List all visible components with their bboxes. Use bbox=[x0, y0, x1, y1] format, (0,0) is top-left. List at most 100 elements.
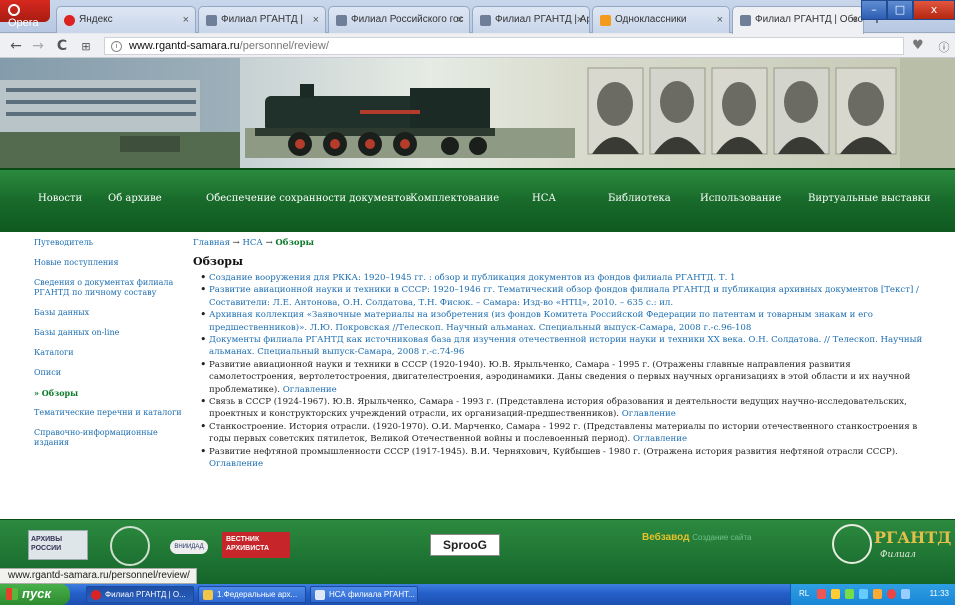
maximize-button[interactable]: □ bbox=[887, 0, 913, 20]
tab-odnoklassniki[interactable]: Одноклассники × bbox=[592, 6, 730, 33]
breadcrumb-nsa[interactable]: НСА bbox=[243, 238, 263, 248]
review-link[interactable]: Документы филиала РГАНТД как источникова… bbox=[209, 335, 922, 357]
language-indicator[interactable]: RL bbox=[799, 589, 809, 598]
start-button[interactable]: пуск bbox=[0, 584, 70, 605]
reviews-list: Создание вооружения для РККА: 1920–1945 … bbox=[193, 272, 933, 471]
sidebar-item-thematic-lists[interactable]: Тематические перечни и каталоги bbox=[34, 408, 184, 418]
bookmark-heart-icon[interactable]: ♥ bbox=[912, 38, 924, 53]
main-content: Главная → НСА → Обзоры Обзоры Создание в… bbox=[193, 238, 933, 471]
banner-illustration bbox=[0, 58, 955, 168]
list-item: Развитие нефтяной промышленности СССР (1… bbox=[193, 446, 933, 471]
toc-link[interactable]: Оглавление bbox=[283, 385, 337, 395]
page-icon bbox=[206, 15, 217, 26]
archives-russia-logo[interactable]: АРХИВЫ РОССИИ bbox=[28, 530, 88, 560]
sidebar-item-personnel-docs[interactable]: Сведения о документах филиала РГАНТД по … bbox=[34, 278, 184, 298]
nav-usage[interactable]: Использование bbox=[700, 193, 781, 204]
tab-yandex[interactable]: Яндекс × bbox=[56, 6, 196, 33]
close-tab-icon[interactable]: × bbox=[717, 14, 723, 26]
breadcrumb-current: Обзоры bbox=[275, 238, 315, 248]
tab-rgantd-2[interactable]: Филиал Российского гос × bbox=[328, 6, 470, 33]
review-link[interactable]: Развитие авиационной науки и техники в С… bbox=[209, 285, 919, 307]
minimize-button[interactable]: – bbox=[861, 0, 887, 20]
document-icon bbox=[315, 590, 325, 600]
nav-news[interactable]: Новости bbox=[38, 193, 82, 204]
sprog-logo[interactable]: SprooG bbox=[430, 534, 500, 556]
browser-chrome: Opera Яндекс × Филиал РГАНТД | × Филиал Ро… bbox=[0, 0, 955, 58]
tray-icon[interactable] bbox=[873, 589, 882, 599]
vestnik-logo[interactable]: ВЕСТНИК АРХИВИСТА bbox=[222, 532, 290, 558]
emblem-logo[interactable] bbox=[110, 526, 150, 566]
taskbar-item-document[interactable]: НСА филиала РГАНТ... bbox=[310, 586, 418, 603]
volume-icon[interactable] bbox=[901, 589, 910, 599]
close-window-button[interactable]: x bbox=[913, 0, 955, 20]
list-item: Архивная коллекция «Заявочные материалы … bbox=[193, 309, 933, 334]
nav-acquisition[interactable]: Комплектование bbox=[410, 193, 499, 204]
list-item: Документы филиала РГАНТД как источникова… bbox=[193, 334, 933, 359]
tab-bar: Opera Яндекс × Филиал РГАНТД | × Филиал Ро… bbox=[0, 0, 955, 34]
taskbar-item-opera[interactable]: Филиал РГАНТД | О... bbox=[86, 586, 194, 603]
sidebar-item-reference-editions[interactable]: Справочно-информационные издания bbox=[34, 428, 184, 448]
webzavod-logo[interactable]: Вебзавод Создание сайта bbox=[642, 532, 751, 543]
tray-icon[interactable] bbox=[887, 589, 896, 599]
tab-rgantd-active[interactable]: Филиал РГАНТД | Обзо × bbox=[732, 6, 864, 34]
page-icon bbox=[336, 15, 347, 26]
toc-link[interactable]: Оглавление bbox=[209, 459, 263, 469]
url-field[interactable]: i www.rgantd-samara.ru/personnel/review/ bbox=[104, 37, 904, 55]
tray-icon[interactable] bbox=[831, 589, 840, 599]
sidebar-item-databases-online[interactable]: Базы данных on-line bbox=[34, 328, 184, 338]
opera-icon bbox=[8, 4, 20, 16]
taskbar-item-folder[interactable]: 1.Федеральные арх... bbox=[198, 586, 306, 603]
tray-icon[interactable] bbox=[817, 589, 826, 599]
site-banner bbox=[0, 58, 955, 168]
close-tab-icon[interactable]: × bbox=[457, 14, 463, 26]
review-text: Связь в СССР (1924-1967). Ю.В. Ярыльченк… bbox=[209, 397, 907, 420]
menu-icon[interactable]: ⓘ bbox=[936, 39, 952, 55]
tab-rgantd-3[interactable]: Филиал РГАНТД | Архи× bbox=[472, 6, 590, 33]
nav-preservation[interactable]: Обеспечение сохранности документов bbox=[206, 193, 411, 204]
odnoklassniki-icon bbox=[600, 15, 611, 26]
clock[interactable]: 11:33 bbox=[930, 589, 949, 598]
toc-link[interactable]: Оглавление bbox=[633, 434, 687, 444]
nav-library[interactable]: Библиотека bbox=[608, 193, 671, 204]
toc-link[interactable]: Оглавление bbox=[622, 409, 676, 419]
sidebar-item-guide[interactable]: Путеводитель bbox=[34, 238, 184, 248]
sidebar-item-databases[interactable]: Базы данных bbox=[34, 308, 184, 318]
web-page: Новости Об архиве Обеспечение сохранност… bbox=[0, 58, 955, 584]
nav-nsa[interactable]: НСА bbox=[532, 193, 556, 204]
yandex-icon bbox=[64, 15, 75, 26]
breadcrumb-separator: → bbox=[262, 238, 276, 248]
breadcrumb-separator: → bbox=[229, 238, 243, 248]
review-link[interactable]: Создание вооружения для РККА: 1920–1945 … bbox=[209, 273, 736, 283]
status-url-tooltip: www.rgantd-samara.ru/personnel/review/ bbox=[0, 568, 197, 584]
close-tab-icon[interactable]: × bbox=[577, 14, 583, 26]
back-icon[interactable]: ← bbox=[8, 38, 24, 54]
tray-icon[interactable] bbox=[859, 589, 868, 599]
window-controls: – □ x bbox=[861, 0, 955, 22]
breadcrumb-home[interactable]: Главная bbox=[193, 238, 230, 248]
forward-icon[interactable]: → bbox=[30, 38, 46, 54]
sidebar-item-reviews[interactable]: » Обзоры bbox=[34, 388, 184, 398]
speed-dial-icon[interactable]: ⊞ bbox=[78, 40, 94, 53]
nav-about[interactable]: Об архиве bbox=[108, 193, 162, 204]
opera-menu-button[interactable]: Opera bbox=[0, 0, 50, 29]
sidebar-item-catalogs[interactable]: Каталоги bbox=[34, 348, 184, 358]
site-info-icon[interactable]: i bbox=[111, 41, 122, 52]
filial-label: Филиал bbox=[880, 550, 916, 560]
nav-virtual-exhibitions[interactable]: Виртуальные выставки bbox=[808, 193, 931, 204]
page-title: Обзоры bbox=[193, 255, 243, 268]
tab-rgantd-1[interactable]: Филиал РГАНТД | × bbox=[198, 6, 326, 33]
close-tab-icon[interactable]: × bbox=[183, 14, 189, 26]
tray-icon[interactable] bbox=[845, 589, 854, 599]
sidebar-item-new-arrivals[interactable]: Новые поступления bbox=[34, 258, 184, 268]
review-link[interactable]: Архивная коллекция «Заявочные материалы … bbox=[209, 310, 873, 332]
rgantd-logo-text: РГАНТД bbox=[874, 528, 952, 547]
close-tab-icon[interactable]: × bbox=[313, 14, 319, 26]
reload-icon[interactable]: C bbox=[54, 38, 70, 54]
vniidad-logo[interactable]: ВНИИДАД bbox=[170, 540, 208, 554]
close-tab-icon[interactable]: × bbox=[851, 14, 857, 26]
sidebar-item-inventories[interactable]: Описи bbox=[34, 368, 184, 378]
windows-taskbar: пуск Филиал РГАНТД | О... 1.Федеральные … bbox=[0, 584, 955, 605]
list-item: Связь в СССР (1924-1967). Ю.В. Ярыльченк… bbox=[193, 396, 933, 421]
page-icon bbox=[740, 15, 751, 26]
address-bar: ← → C ⊞ i www.rgantd-samara.ru/personnel… bbox=[0, 34, 955, 58]
